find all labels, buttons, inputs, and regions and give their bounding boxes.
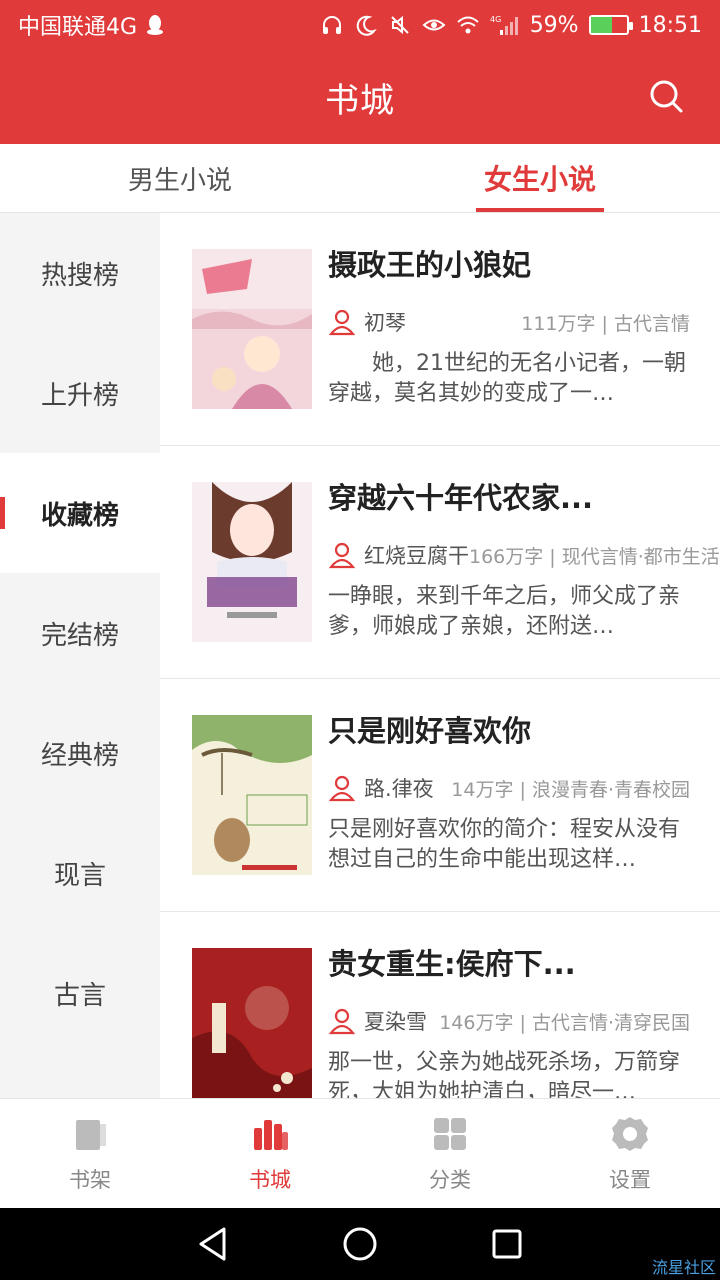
book-author: 红烧豆腐干 — [364, 544, 469, 568]
nav-label: 分类 — [429, 1167, 471, 1192]
home-button[interactable] — [340, 1224, 380, 1264]
book-author: 夏染雪 — [364, 1010, 427, 1034]
mute-icon — [388, 13, 412, 37]
book-cover[interactable] — [192, 249, 312, 409]
battery-icon — [588, 15, 633, 35]
sidebar-item-classic[interactable]: 经典榜 — [0, 693, 160, 813]
list-item[interactable]: 贵女重生:侯府下... 夏染雪 146万字 | 古代言情·清穿民国 那一世，父亲… — [160, 912, 720, 1098]
tab-label: 男生小说 — [127, 165, 232, 196]
sidebar-item-label: 完结榜 — [40, 620, 119, 651]
app-header: 书城 — [0, 50, 720, 144]
sidebar-item-label: 现言 — [53, 860, 106, 891]
back-triangle-icon — [199, 1227, 226, 1261]
author-icon — [328, 1008, 356, 1035]
sidebar-item-favorites[interactable]: 收藏榜 — [0, 453, 160, 573]
book-description: 她，21世纪的无名小记者，一朝穿越，莫名其妙的变成了一… — [328, 351, 686, 406]
list-item[interactable]: 穿越六十年代农家... 红烧豆腐干 166万字 | 现代言情·都市生活 一睁眼，… — [160, 446, 720, 679]
book-author: 初琴 — [364, 311, 406, 335]
book-list: 摄政王的小狼妃 初琴 111万字 | 古代言情 她，21世纪的无名小记者，一朝穿… — [160, 213, 720, 1098]
sidebar-item-rising[interactable]: 上升榜 — [0, 333, 160, 453]
sidebar-item-label: 上升榜 — [40, 380, 119, 411]
nav-bookstore[interactable]: 书城 — [180, 1099, 360, 1208]
status-bar: 中国联通4G 4G 59% 18:51 — [0, 0, 720, 50]
carrier-label: 中国联通4G — [18, 15, 138, 40]
book-title: 贵女重生:侯府下... — [328, 947, 576, 981]
book-title: 只是刚好喜欢你 — [328, 714, 532, 748]
nav-label: 设置 — [609, 1167, 651, 1192]
tab-label: 女生小说 — [483, 163, 596, 196]
book-stat: 14万字 | 浪漫青春·青春校园 — [451, 778, 690, 801]
network-label: 4G — [490, 15, 501, 24]
nav-settings[interactable]: 设置 — [540, 1099, 720, 1208]
list-item[interactable]: 摄政王的小狼妃 初琴 111万字 | 古代言情 她，21世纪的无名小记者，一朝穿… — [160, 213, 720, 446]
book-description: 只是刚好喜欢你的简介：程安从没有想过自己的生命中能出现这样… — [328, 817, 681, 872]
wifi-icon — [456, 13, 480, 37]
bottom-nav: 书架 书城 分类 设置 — [0, 1098, 720, 1208]
category-icon — [434, 1117, 466, 1150]
headphone-icon — [320, 13, 344, 37]
bookshelf-icon — [76, 1119, 106, 1150]
sidebar-item-modern-romance[interactable]: 现言 — [0, 813, 160, 933]
moon-icon — [354, 13, 378, 37]
sidebar-item-label: 收藏榜 — [40, 500, 119, 531]
sidebar-item-label: 热搜榜 — [40, 260, 119, 291]
sidebar-item-label: 经典榜 — [40, 740, 119, 771]
book-description: 一睁眼，来到千年之后，师父成了亲爹，师娘成了亲娘，还附送… — [328, 584, 681, 639]
sidebar-item-label: 古言 — [53, 980, 106, 1011]
book-stat: 166万字 | 现代言情·都市生活 — [469, 545, 720, 568]
gender-tabs: 男生小说 女生小说 — [0, 144, 720, 213]
nav-bookshelf[interactable]: 书架 — [0, 1099, 180, 1208]
tab-male-novels[interactable]: 男生小说 — [0, 144, 360, 212]
nav-category[interactable]: 分类 — [360, 1099, 540, 1208]
recents-square-icon — [492, 1229, 522, 1259]
search-button[interactable] — [646, 76, 686, 116]
home-circle-icon — [343, 1227, 377, 1261]
battery-percent: 59% — [529, 12, 579, 38]
book-cover[interactable] — [192, 715, 312, 875]
system-nav-bar: 流星社区 — [0, 1208, 720, 1280]
clock: 18:51 — [638, 12, 702, 38]
book-title: 摄政王的小狼妃 — [328, 248, 532, 282]
book-author: 路.律夜 — [364, 777, 434, 801]
watermark: 流星社区 — [651, 1258, 716, 1277]
sidebar-item-ancient-romance[interactable]: 古言 — [0, 933, 160, 1053]
book-title: 穿越六十年代农家... — [328, 481, 594, 515]
author-icon — [328, 775, 356, 802]
list-item[interactable]: 只是刚好喜欢你 路.律夜 14万字 | 浪漫青春·青春校园 只是刚好喜欢你的简介… — [160, 679, 720, 912]
bookstore-icon — [254, 1119, 288, 1150]
sidebar-item-completed[interactable]: 完结榜 — [0, 573, 160, 693]
eye-icon — [422, 13, 446, 37]
page-title: 书城 — [325, 80, 395, 121]
qq-icon — [143, 13, 167, 37]
tab-female-novels[interactable]: 女生小说 — [360, 144, 720, 212]
settings-icon — [612, 1116, 648, 1151]
book-cover[interactable] — [192, 948, 312, 1098]
recents-button[interactable] — [487, 1224, 527, 1264]
signal-icon: 4G — [490, 13, 520, 37]
author-icon — [328, 542, 356, 569]
book-cover[interactable] — [192, 482, 312, 642]
ranking-sidebar: 热搜榜 上升榜 收藏榜 完结榜 经典榜 现言 古言 — [0, 213, 160, 1098]
nav-label: 书城 — [249, 1167, 291, 1192]
book-stat: 111万字 | 古代言情 — [521, 312, 690, 335]
search-icon — [650, 80, 683, 113]
back-button[interactable] — [193, 1224, 233, 1264]
sidebar-item-hot-search[interactable]: 热搜榜 — [0, 213, 160, 333]
book-description: 那一世，父亲为她战死杀场，万箭穿死，大姐为她护清白，暗尽一… — [328, 1050, 681, 1098]
book-stat: 146万字 | 古代言情·清穿民国 — [439, 1011, 690, 1034]
author-icon — [328, 309, 356, 336]
nav-label: 书架 — [69, 1167, 111, 1192]
